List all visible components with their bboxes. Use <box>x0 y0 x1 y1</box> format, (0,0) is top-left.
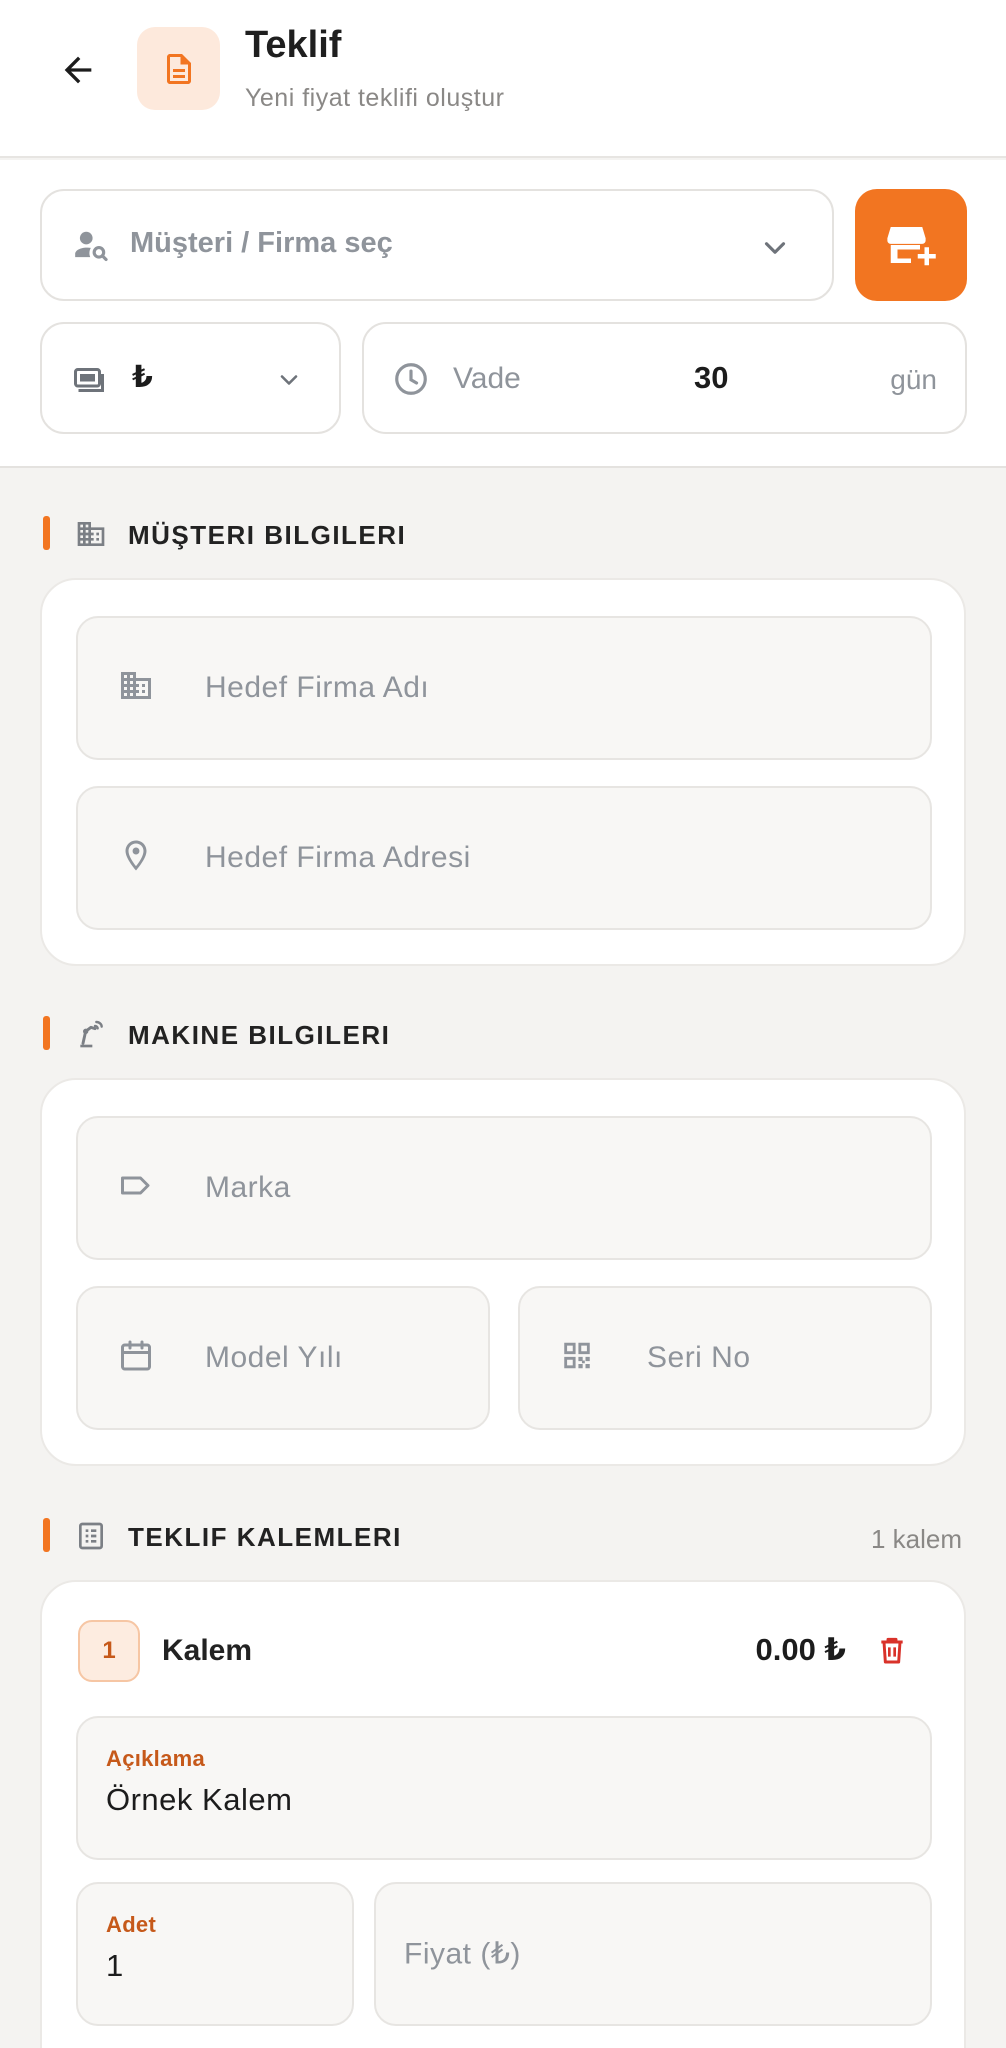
items-count: 1 kalem <box>870 1524 962 1554</box>
calendar-icon <box>118 1338 154 1379</box>
customer-select-placeholder: Müşteri / Firma seç <box>130 227 393 259</box>
brand-input[interactable]: Marka <box>76 1116 932 1260</box>
brand-placeholder: Marka <box>205 1171 291 1204</box>
serial-no-placeholder: Seri No <box>647 1341 751 1374</box>
section-title: TEKLIF KALEMLERI <box>128 1522 402 1552</box>
trash-icon <box>881 1637 903 1664</box>
quantity-value: 1 <box>106 1948 124 1983</box>
currency-select[interactable]: ₺ <box>40 322 341 434</box>
building-icon <box>118 668 154 709</box>
section-header-customer: MÜŞTERI BILGILERI <box>0 514 1006 554</box>
model-year-placeholder: Model Yılı <box>205 1341 343 1374</box>
arrow-left-icon <box>64 56 92 84</box>
description-input[interactable]: Açıklama Örnek Kalem <box>76 1716 932 1860</box>
vade-value[interactable]: 30 <box>694 360 728 396</box>
price-placeholder: Fiyat (₺) <box>404 1937 521 1971</box>
person-search-icon <box>72 227 110 270</box>
document-icon <box>166 53 191 84</box>
section-accent-bar <box>43 1016 50 1050</box>
document-badge <box>137 27 220 110</box>
list-icon <box>75 1520 107 1557</box>
item-card: 1 Kalem 0.00 ₺ Açıklama Örnek Kalem Adet… <box>40 1580 966 2048</box>
company-address-input[interactable]: Hedef Firma Adresi <box>76 786 932 930</box>
company-address-placeholder: Hedef Firma Adresi <box>205 841 471 874</box>
section-accent-bar <box>43 1518 50 1552</box>
quote-toolbar: Müşteri / Firma seç ₺ Vade 30 gün <box>0 160 1006 468</box>
location-pin-icon <box>118 838 154 879</box>
price-input[interactable]: Fiyat (₺) <box>374 1882 932 2026</box>
item-total: 0.00 ₺ <box>755 1632 846 1667</box>
currency-value: ₺ <box>132 361 153 394</box>
add-store-button[interactable] <box>855 189 967 301</box>
item-title: Kalem <box>162 1634 253 1667</box>
quantity-label: Adet <box>106 1912 157 1937</box>
chevron-down-icon <box>758 231 792 270</box>
building-icon <box>75 518 107 555</box>
section-title: MAKINE BILGILERI <box>128 1020 391 1050</box>
tag-icon <box>118 1168 154 1209</box>
clock-icon <box>392 360 430 403</box>
add-store-icon <box>887 227 936 266</box>
vade-label: Vade <box>453 362 521 395</box>
company-name-input[interactable]: Hedef Firma Adı <box>76 616 932 760</box>
qr-code-icon <box>560 1339 594 1378</box>
section-accent-bar <box>43 516 50 550</box>
page-subtitle: Yeni fiyat teklifi oluştur <box>245 84 505 112</box>
customer-card: Hedef Firma Adı Hedef Firma Adresi <box>40 578 966 966</box>
description-label: Açıklama <box>106 1746 206 1771</box>
item-number-badge: 1 <box>78 1620 140 1682</box>
money-icon <box>70 362 108 403</box>
description-value: Örnek Kalem <box>106 1782 293 1817</box>
vade-field[interactable]: Vade 30 gün <box>362 322 967 434</box>
machine-card: Marka Model Yılı Seri No <box>40 1078 966 1466</box>
serial-no-input[interactable]: Seri No <box>518 1286 932 1430</box>
section-title: MÜŞTERI BILGILERI <box>128 520 407 550</box>
section-header-machine: MAKINE BILGILERI <box>0 1014 1006 1054</box>
page-title: Teklif <box>245 24 342 66</box>
chevron-down-icon <box>275 366 303 399</box>
delete-item-button[interactable] <box>872 1630 912 1670</box>
model-year-input[interactable]: Model Yılı <box>76 1286 490 1430</box>
vade-unit: gün <box>890 364 937 395</box>
back-button[interactable] <box>52 44 104 96</box>
robotic-arm-icon <box>75 1018 107 1055</box>
app-header: Teklif Yeni fiyat teklifi oluştur <box>0 0 1006 158</box>
customer-select[interactable]: Müşteri / Firma seç <box>40 189 834 301</box>
company-name-placeholder: Hedef Firma Adı <box>205 671 430 704</box>
section-header-items: TEKLIF KALEMLERI 1 kalem <box>0 1516 1006 1556</box>
quantity-input[interactable]: Adet 1 <box>76 1882 354 2026</box>
